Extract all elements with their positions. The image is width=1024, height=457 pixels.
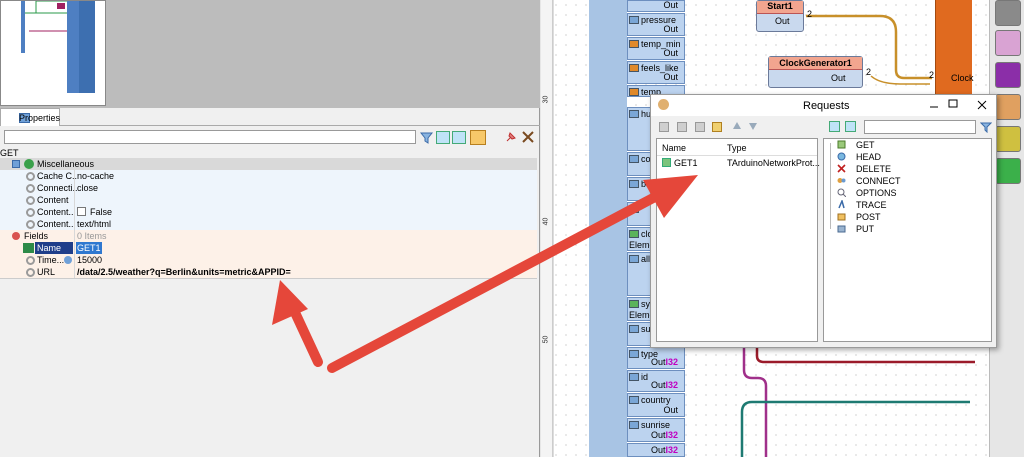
clock-pin-number: 2 <box>866 67 872 77</box>
method-label: CONNECT <box>856 176 901 186</box>
connect-icon <box>837 178 846 183</box>
method-label: OPTIONS <box>856 188 897 198</box>
request-name: GET1 <box>674 158 698 168</box>
header-divider <box>657 155 817 156</box>
tree-line <box>830 143 831 229</box>
tool-button[interactable] <box>995 30 1021 56</box>
method-label: GET <box>856 140 875 150</box>
dialog-title: Requests <box>803 100 850 112</box>
dialog-titlebar[interactable]: Requests <box>651 95 996 116</box>
column-header-type[interactable]: Type <box>727 143 747 153</box>
methods-palette[interactable]: GET HEAD DELETE CONNECT OPTIONS TRACE PO… <box>823 138 992 342</box>
trace-icon <box>838 200 845 209</box>
method-label: POST <box>856 212 881 222</box>
tool-button[interactable] <box>995 158 1021 184</box>
move-up-icon[interactable] <box>732 121 742 131</box>
method-label: HEAD <box>856 152 882 162</box>
method-filter-input[interactable] <box>864 120 976 134</box>
requests-list[interactable]: Name Type GET1 TArduinoNetworkProt... <box>656 138 820 342</box>
start-title: Start1 <box>757 1 803 14</box>
requests-dialog: Requests Name Type GET1 TArduinoNetworkP… <box>650 94 997 348</box>
method-label: TRACE <box>856 200 887 210</box>
tool-button[interactable] <box>995 126 1021 152</box>
get-icon <box>837 140 846 149</box>
put-icon <box>837 225 846 233</box>
request-type: TArduinoNetworkProt... <box>727 158 820 168</box>
tool-button[interactable] <box>995 62 1021 88</box>
dialog-app-icon <box>658 99 669 110</box>
collapse-icon[interactable] <box>845 121 856 132</box>
tool-button[interactable] <box>995 94 1021 120</box>
method-label: PUT <box>856 224 874 234</box>
clock-out-label: Out <box>831 73 846 83</box>
post-icon <box>837 213 846 221</box>
tool-button[interactable] <box>995 0 1021 26</box>
start-out-label: Out <box>775 16 790 26</box>
head-icon <box>837 152 846 161</box>
delete-icon <box>837 164 846 173</box>
add-request-icon[interactable] <box>659 122 669 132</box>
close-button[interactable] <box>969 96 995 114</box>
clock-in-number: 2 <box>929 70 935 80</box>
start-component[interactable]: Start1 Out 2 <box>756 0 812 32</box>
column-header-name[interactable]: Name <box>662 143 686 153</box>
maximize-button[interactable] <box>948 98 958 112</box>
start-pin-number: 2 <box>807 9 813 19</box>
paste-icon[interactable] <box>695 122 705 132</box>
clock-in-label: Clock <box>951 73 974 83</box>
move-down-icon[interactable] <box>748 121 758 131</box>
minimize-button[interactable] <box>929 98 941 113</box>
request-icon <box>662 158 671 167</box>
filter-funnel-icon[interactable] <box>979 121 993 134</box>
clock-title: ClockGenerator1 <box>769 57 862 70</box>
delete-request-icon[interactable] <box>712 122 722 132</box>
request-row-get1[interactable]: GET1 TArduinoNetworkProt... <box>658 157 820 169</box>
board-component[interactable]: 2 Clock <box>929 0 974 94</box>
clock-generator-component[interactable]: ClockGenerator1 Out 2 <box>768 56 871 88</box>
options-icon <box>837 188 846 197</box>
method-label: DELETE <box>856 164 892 174</box>
expand-icon[interactable] <box>829 121 840 132</box>
copy-icon[interactable] <box>677 122 687 132</box>
